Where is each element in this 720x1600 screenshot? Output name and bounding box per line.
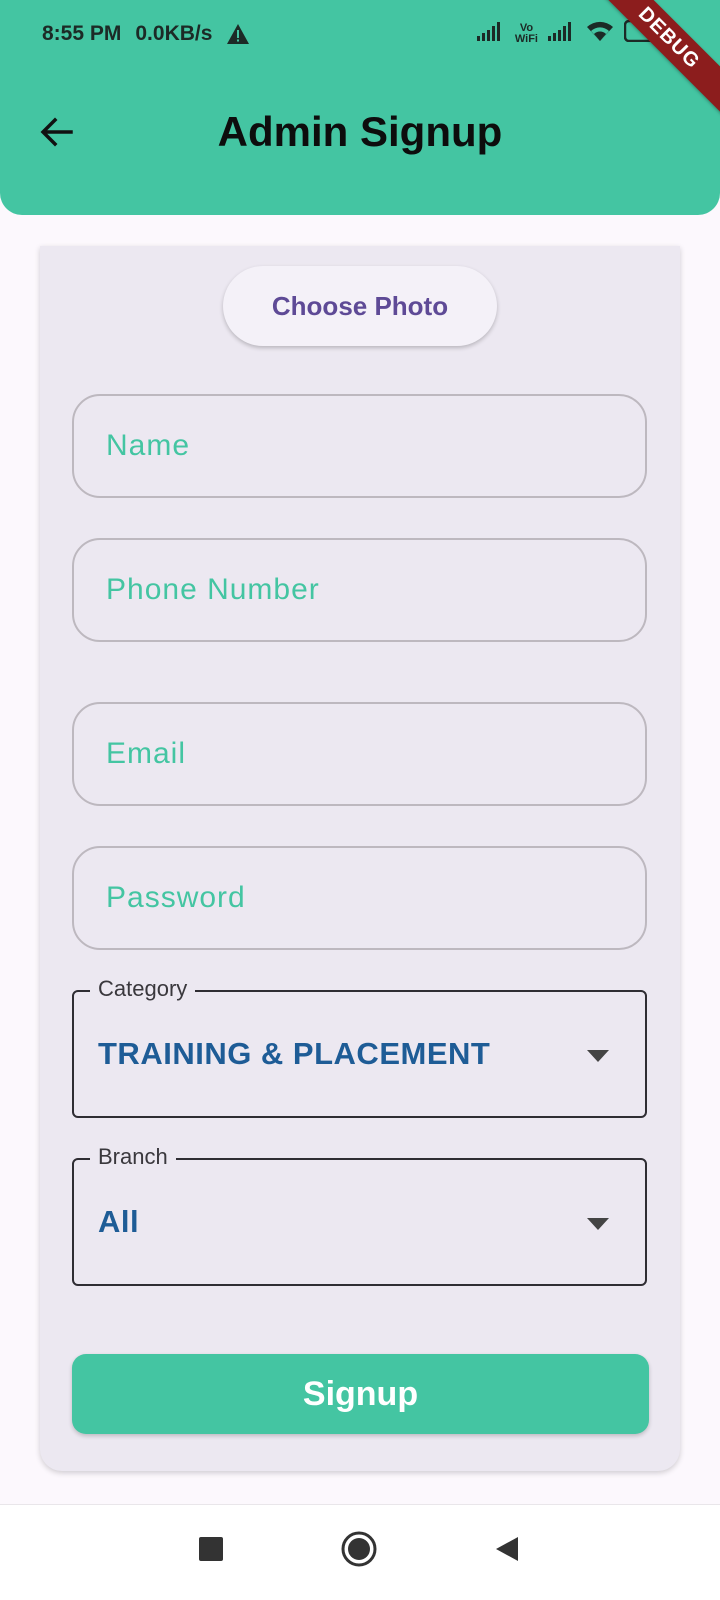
system-nav-bar	[0, 1504, 720, 1600]
square-icon	[199, 1537, 223, 1561]
password-field[interactable]: Password	[72, 846, 647, 950]
app-bar: 8:55 PM 0.0KB/s Vo WiFi DEBUG Admin Sign…	[0, 0, 720, 215]
back-nav-button[interactable]	[492, 1535, 520, 1568]
cell-signal-2-icon	[548, 21, 576, 46]
branch-value: All	[98, 1204, 140, 1239]
email-placeholder: Email	[106, 737, 187, 770]
category-value: TRAINING & PLACEMENT	[98, 1036, 491, 1071]
status-time: 8:55 PM	[42, 22, 122, 45]
home-button[interactable]	[340, 1531, 378, 1573]
triangle-back-icon	[496, 1537, 518, 1561]
category-dropdown[interactable]: Category TRAINING & PLACEMENT	[72, 976, 647, 1118]
choose-photo-button[interactable]: Choose Photo	[223, 266, 497, 346]
signup-button[interactable]: Signup	[72, 1354, 649, 1434]
category-label: Category	[90, 976, 196, 1002]
signup-form-card: Choose Photo Name Phone Number Email Pas…	[40, 246, 680, 1471]
vowifi-bottom-text: WiFi	[514, 32, 538, 45]
dropdown-arrow-icon	[587, 1050, 609, 1062]
branch-dropdown[interactable]: Branch All	[72, 1144, 647, 1286]
status-bar: 8:55 PM 0.0KB/s Vo WiFi	[0, 0, 720, 70]
name-placeholder: Name	[106, 429, 191, 462]
phone-placeholder: Phone Number	[106, 573, 320, 606]
dropdown-arrow-icon	[587, 1218, 609, 1230]
name-field[interactable]: Name	[72, 394, 647, 498]
warning-icon	[226, 23, 250, 45]
page-title: Admin Signup	[217, 108, 503, 155]
password-placeholder: Password	[106, 881, 246, 914]
vowifi-icon: Vo WiFi	[514, 22, 538, 45]
branch-label: Branch	[90, 1144, 176, 1170]
status-left: 8:55 PM 0.0KB/s	[42, 22, 250, 46]
email-field[interactable]: Email	[72, 702, 647, 806]
network-speed: 0.0KB/s	[135, 22, 213, 45]
cell-signal-icon	[476, 21, 505, 46]
wifi-icon	[586, 20, 614, 47]
phone-number-field[interactable]: Phone Number	[72, 538, 647, 642]
recents-button[interactable]	[197, 1535, 225, 1568]
circle-icon	[341, 1531, 377, 1567]
